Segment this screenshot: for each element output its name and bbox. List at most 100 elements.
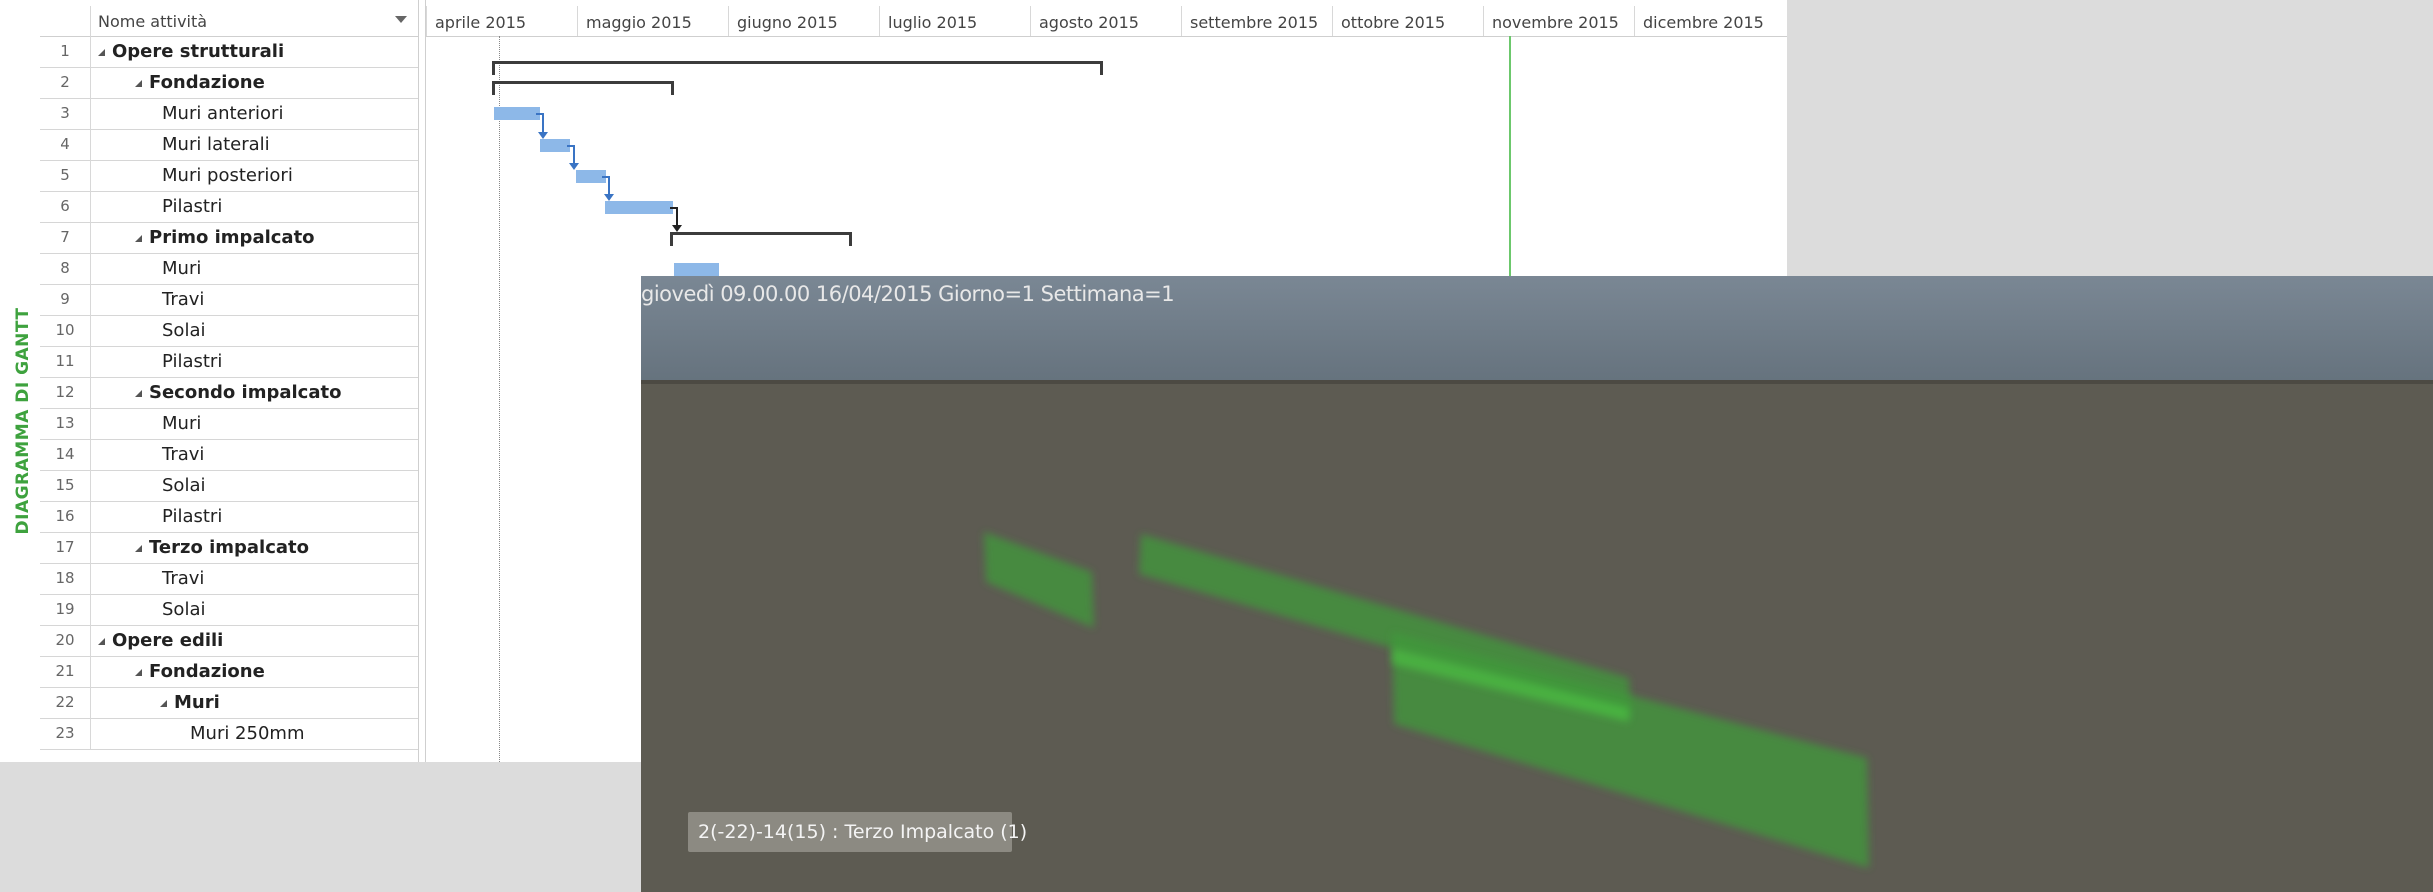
task-name[interactable]: Fondazione [149,67,265,98]
summary-bar-opere-strutturali[interactable] [492,61,1103,75]
task-row[interactable]: 18 Travi [40,563,418,595]
model-scene[interactable] [641,276,2433,892]
grid-header: Nome attività [40,6,418,37]
view-splitter[interactable] [418,0,426,762]
row-number[interactable]: 19 [40,594,91,625]
task-name[interactable]: Solai [162,594,205,625]
timescale-month: luglio 2015 [879,6,1030,36]
row-number[interactable]: 23 [40,718,91,749]
task-name[interactable]: Solai [162,315,205,346]
structure-element[interactable] [984,532,1094,628]
task-name[interactable]: Muri [162,253,201,284]
task-grid[interactable]: Nome attività 1 Opere strutturali 2 Fondazi… [40,6,418,762]
task-name[interactable]: Primo impalcato [149,222,315,253]
task-name[interactable]: Opere strutturali [112,36,284,67]
task-row[interactable]: 6 Pilastri [40,191,418,223]
task-row[interactable]: 8 Muri [40,253,418,285]
task-name[interactable]: Muri anteriori [162,98,283,129]
task-name[interactable]: Muri [162,408,201,439]
row-number[interactable]: 16 [40,501,91,532]
row-number[interactable]: 14 [40,439,91,470]
task-name[interactable]: Muri [174,687,220,718]
task-name[interactable]: Pilastri [162,191,222,222]
task-bar-muri-primo[interactable] [674,263,719,276]
collapse-triangle-icon[interactable] [135,669,142,676]
task-row[interactable]: 20 Opere edili [40,625,418,657]
row-number[interactable]: 1 [40,36,91,67]
row-number[interactable]: 5 [40,160,91,191]
summary-bar-primo-impalcato[interactable] [670,232,852,246]
row-number[interactable]: 10 [40,315,91,346]
collapse-triangle-icon[interactable] [98,49,105,56]
collapse-triangle-icon[interactable] [135,545,142,552]
task-name[interactable]: Pilastri [162,346,222,377]
task-name[interactable]: Muri 250mm [190,718,305,749]
task-row[interactable]: 22 Muri [40,687,418,719]
summary-bar-fondazione[interactable] [492,81,674,95]
row-number[interactable]: 6 [40,191,91,222]
task-name[interactable]: Secondo impalcato [149,377,341,408]
row-number[interactable]: 2 [40,67,91,98]
current-date-line [1509,36,1511,276]
row-number[interactable]: 17 [40,532,91,563]
navisworks-simulation-viewport[interactable]: giovedì 09.00.00 16/04/2015 Giorno=1 Set… [641,276,2433,892]
row-number[interactable]: 15 [40,470,91,501]
row-number[interactable]: 20 [40,625,91,656]
task-row[interactable]: 17 Terzo impalcato [40,532,418,564]
task-row[interactable]: 5 Muri posteriori [40,160,418,192]
task-row[interactable]: 19 Solai [40,594,418,626]
task-row[interactable]: 2 Fondazione [40,67,418,99]
row-number[interactable]: 18 [40,563,91,594]
task-row[interactable]: 10 Solai [40,315,418,347]
task-name[interactable]: Opere edili [112,625,223,656]
task-row[interactable]: 15 Solai [40,470,418,502]
background-area [0,762,641,892]
task-row[interactable]: 23 Muri 250mm [40,718,418,750]
task-row[interactable]: 3 Muri anteriori [40,98,418,130]
task-name[interactable]: Travi [162,563,204,594]
collapse-triangle-icon[interactable] [98,638,105,645]
task-name[interactable]: Muri laterali [162,129,270,160]
task-bar-pilastri[interactable] [605,201,673,214]
task-row[interactable]: 12 Secondo impalcato [40,377,418,409]
task-name[interactable]: Travi [162,284,204,315]
task-row[interactable]: 14 Travi [40,439,418,471]
row-number[interactable]: 22 [40,687,91,718]
task-name[interactable]: Muri posteriori [162,160,293,191]
collapse-triangle-icon[interactable] [135,235,142,242]
task-name[interactable]: Terzo impalcato [149,532,309,563]
task-row[interactable]: 7 Primo impalcato [40,222,418,254]
task-name-column-header[interactable]: Nome attività [98,12,207,31]
task-name[interactable]: Travi [162,439,204,470]
task-row[interactable]: 1 Opere strutturali [40,36,418,68]
row-number[interactable]: 8 [40,253,91,284]
collapse-triangle-icon[interactable] [135,80,142,87]
view-label-text: DIAGRAMMA DI GANTT [13,307,33,535]
collapse-triangle-icon[interactable] [135,390,142,397]
row-number[interactable]: 13 [40,408,91,439]
simulation-status-text: giovedì 09.00.00 16/04/2015 Giorno=1 Set… [641,282,1175,306]
row-number[interactable]: 9 [40,284,91,315]
task-row[interactable]: 9 Travi [40,284,418,316]
task-row[interactable]: 4 Muri laterali [40,129,418,161]
row-number[interactable]: 4 [40,129,91,160]
task-row[interactable]: 21 Fondazione [40,656,418,688]
row-number[interactable]: 21 [40,656,91,687]
task-bar-muri-laterali[interactable] [540,139,570,152]
row-number[interactable]: 11 [40,346,91,377]
task-name[interactable]: Pilastri [162,501,222,532]
task-bar-muri-anteriori[interactable] [494,107,540,120]
task-name[interactable]: Fondazione [149,656,265,687]
row-number[interactable]: 12 [40,377,91,408]
task-row[interactable]: 13 Muri [40,408,418,440]
column-filter-dropdown-icon[interactable] [395,16,407,23]
row-number[interactable]: 3 [40,98,91,129]
collapse-triangle-icon[interactable] [160,700,167,707]
timescale-month: ottobre 2015 [1332,6,1483,36]
task-row[interactable]: 16 Pilastri [40,501,418,533]
task-name[interactable]: Solai [162,470,205,501]
selected-element-label: 2(-22)-14(15) : Terzo Impalcato (1) [698,821,1028,843]
row-number[interactable]: 7 [40,222,91,253]
timescale-month: giugno 2015 [728,6,879,36]
task-row[interactable]: 11 Pilastri [40,346,418,378]
